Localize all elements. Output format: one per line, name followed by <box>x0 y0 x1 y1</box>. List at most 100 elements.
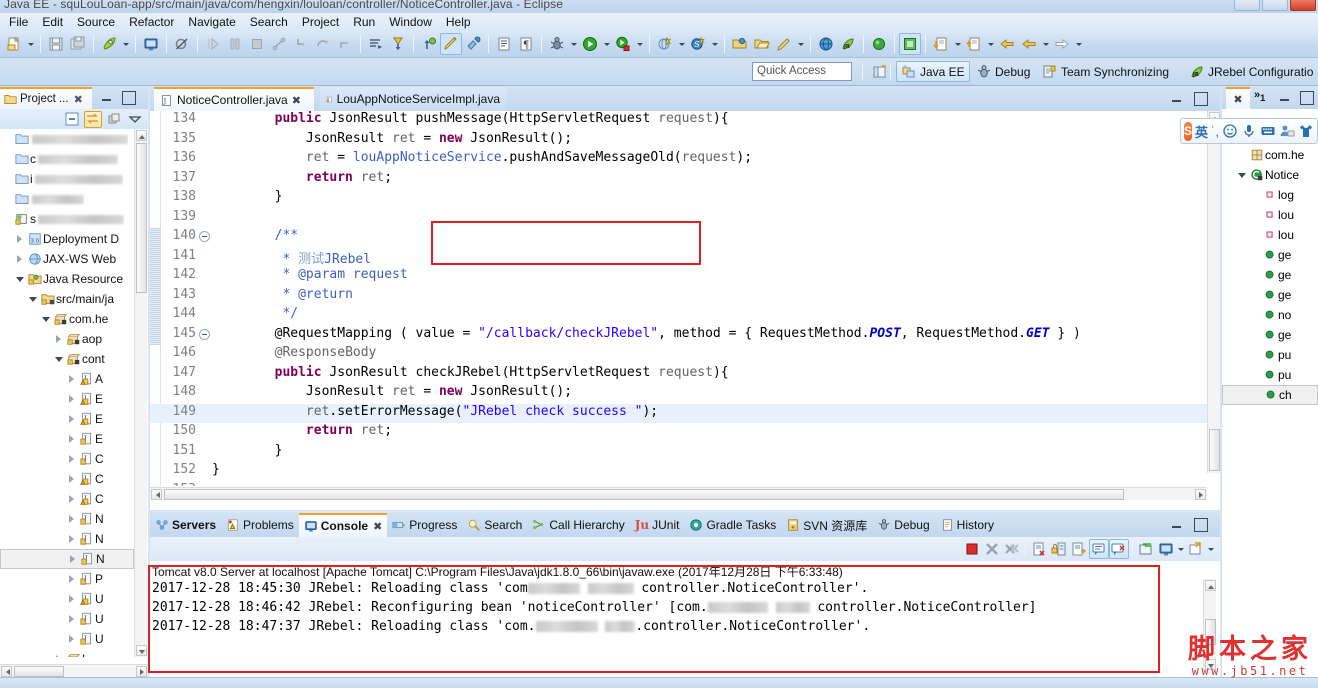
outline-list[interactable]: com.he Notice log lou lou ge ge ge no ge pu pu ch <box>1222 145 1318 405</box>
scroll-up-icon[interactable] <box>136 130 147 141</box>
minimize-console-icon[interactable] <box>1170 518 1184 532</box>
hscrollbar-thumb[interactable] <box>164 489 1124 500</box>
bottom-tab-search[interactable]: Search <box>462 513 527 537</box>
menu-item-navigate[interactable]: Navigate <box>181 14 242 30</box>
tree-item[interactable]: JU <box>0 589 134 609</box>
tree-item[interactable]: JN <box>0 509 134 529</box>
close-icon[interactable]: ✖ <box>74 93 83 106</box>
save-icon[interactable] <box>45 33 67 55</box>
keyboard-icon[interactable] <box>1260 121 1276 141</box>
tree-expand-arrow-icon[interactable] <box>65 535 78 543</box>
bottom-tab-debug[interactable]: Debug <box>872 513 934 537</box>
open-console-icon[interactable] <box>140 33 162 55</box>
close-icon[interactable]: ✖ <box>373 520 382 533</box>
minimize-button[interactable] <box>1234 0 1260 11</box>
tree-expand-arrow-icon[interactable] <box>26 297 39 302</box>
open-type-icon[interactable] <box>493 33 515 55</box>
open-folder-blue-icon[interactable] <box>729 33 751 55</box>
minimize-view-icon[interactable] <box>100 91 114 105</box>
clear-console-icon[interactable] <box>1029 539 1049 559</box>
outline-item[interactable]: com.he <box>1222 145 1318 165</box>
new-console-view-icon[interactable] <box>1156 539 1176 559</box>
previous-annotation-icon[interactable] <box>418 33 440 55</box>
tree-item[interactable]: JN <box>0 529 134 549</box>
run-dropdown-icon[interactable] <box>601 33 612 55</box>
punctuation-icon[interactable]: ˙, <box>1211 121 1219 141</box>
tree-expand-arrow-icon[interactable] <box>39 317 52 322</box>
bottom-tab-svn[interactable]: SVN 资源库 <box>781 513 872 537</box>
back-history-icon[interactable] <box>1018 33 1040 55</box>
tree-expand-arrow-icon[interactable] <box>65 395 78 403</box>
tree-expand-arrow-icon[interactable] <box>65 495 78 503</box>
tree-expand-arrow-icon[interactable] <box>13 235 26 243</box>
tree-item[interactable]: JE <box>0 429 134 449</box>
jrebel-stop-icon[interactable] <box>899 33 921 55</box>
tree-item[interactable]: JAX-WS Web <box>0 249 134 269</box>
menu-item-refactor[interactable]: Refactor <box>122 14 181 30</box>
perspective-debug[interactable]: Debug <box>972 61 1034 82</box>
remove-all-launches-icon[interactable] <box>1002 539 1022 559</box>
tree-item[interactable]: JC <box>0 469 134 489</box>
annotate-pencil-icon[interactable] <box>773 33 795 55</box>
tree-item[interactable]: JE <box>0 409 134 429</box>
code-line[interactable]: 153 <box>150 482 1220 487</box>
code-line[interactable]: 151 } <box>150 443 1220 463</box>
open-console-icon[interactable] <box>1186 539 1206 559</box>
forward-icon[interactable] <box>1051 33 1073 55</box>
tree-item[interactable]: JC <box>0 489 134 509</box>
close-icon[interactable]: ✖ <box>292 94 301 107</box>
tree-item[interactable]: i <box>0 169 134 189</box>
toggle-mark-occurrences-icon[interactable] <box>440 33 462 55</box>
tree-item[interactable]: L <box>0 649 134 657</box>
display-selected-console-icon[interactable] <box>1089 539 1109 559</box>
scroll-down-icon[interactable] <box>136 645 147 656</box>
tree-expand-arrow-icon[interactable] <box>52 335 65 343</box>
resume-icon[interactable] <box>202 33 224 55</box>
scroll-lock-icon[interactable] <box>1049 539 1069 559</box>
new-server-dropdown-icon[interactable] <box>676 33 687 55</box>
pin-console-icon[interactable] <box>1069 539 1089 559</box>
run-external-dropdown-icon[interactable] <box>634 33 645 55</box>
step-into-icon[interactable] <box>290 33 312 55</box>
external-tools-icon[interactable] <box>462 33 484 55</box>
skip-breakpoints-icon[interactable] <box>171 33 193 55</box>
scrollbar-thumb[interactable] <box>1205 619 1216 645</box>
outline-item[interactable]: Notice <box>1222 165 1318 185</box>
terminate-icon[interactable] <box>246 33 268 55</box>
pilcrow-icon[interactable]: ¶ <box>515 33 537 55</box>
skin-icon[interactable] <box>1298 121 1314 141</box>
code-line[interactable]: 144 */ <box>150 306 1220 326</box>
bottom-tab-progress[interactable]: Progress <box>387 513 462 537</box>
open-console-dropdown-icon[interactable] <box>1206 539 1216 559</box>
ime-mode-toggle[interactable]: 英 <box>1195 121 1208 141</box>
scroll-up-icon[interactable] <box>1205 580 1216 591</box>
editor-vscrollbar[interactable] <box>1207 111 1220 473</box>
run-external-icon[interactable] <box>612 33 634 55</box>
console-scrollbar[interactable] <box>1203 579 1216 671</box>
tree-expand-arrow-icon[interactable] <box>65 515 78 523</box>
scroll-left-icon[interactable] <box>151 489 162 500</box>
tree-expand-arrow-icon[interactable] <box>65 375 78 383</box>
scrollbar-thumb[interactable] <box>136 143 147 293</box>
scroll-down-icon[interactable] <box>1205 659 1216 670</box>
next-annotation-icon[interactable] <box>387 33 409 55</box>
tree-item[interactable]: JU <box>0 629 134 649</box>
code-line[interactable]: 136 ret = louAppNoticeService.pushAndSav… <box>150 150 1220 170</box>
maximize-view-icon[interactable] <box>122 91 136 105</box>
close-button[interactable] <box>1290 0 1316 11</box>
code-line[interactable]: 147 public JsonResult checkJRebel(HttpSe… <box>150 365 1220 385</box>
tree-expand-arrow-icon[interactable] <box>52 655 65 657</box>
tree-item[interactable]: aop <box>0 329 134 349</box>
tree-expand-arrow-icon[interactable] <box>65 635 78 643</box>
tree-expand-arrow-icon[interactable] <box>13 255 26 263</box>
new-console-dropdown-icon[interactable] <box>1176 539 1186 559</box>
outline-item[interactable]: pu <box>1222 365 1318 385</box>
maximize-button[interactable] <box>1262 0 1288 11</box>
last-edit-location-icon[interactable] <box>365 33 387 55</box>
debug-icon[interactable] <box>546 33 568 55</box>
tree-item[interactable]: JE <box>0 389 134 409</box>
outline-tab[interactable]: ✖ <box>1226 87 1250 109</box>
forward-dropdown-icon[interactable] <box>1073 33 1084 55</box>
editor-tab-notice-controller[interactable]: J NoticeController.java ✖ <box>154 87 314 111</box>
outline-item[interactable]: ge <box>1222 325 1318 345</box>
